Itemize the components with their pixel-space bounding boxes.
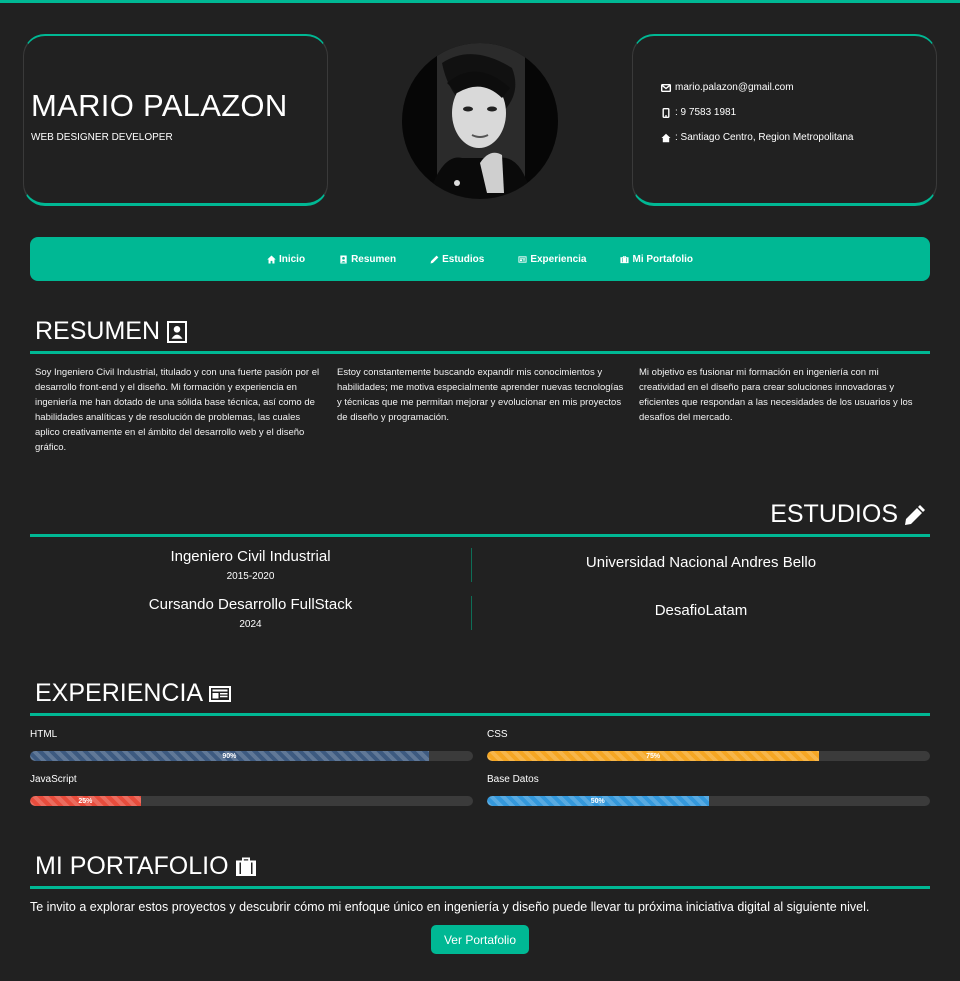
education-row-1: Ingeniero Civil Industrial 2015-2020 Uni… bbox=[30, 548, 930, 582]
resumen-paragraph-1: Soy Ingeniero Civil Industrial, titulado… bbox=[35, 367, 320, 453]
resumen-heading: RESUMEN bbox=[35, 317, 188, 346]
resumen-paragraph-3: Mi objetivo es fusionar mi formación en … bbox=[639, 367, 913, 423]
skill-progress-fill: 90% bbox=[30, 751, 429, 761]
skill-name: CSS bbox=[487, 729, 508, 740]
education-institution: DesafioLatam bbox=[654, 602, 748, 619]
ver-portafolio-button[interactable]: Ver Portafolio bbox=[431, 925, 529, 954]
skill-progress-fill: 75% bbox=[487, 751, 820, 761]
estudios-divider bbox=[30, 534, 930, 537]
nav-portafolio[interactable]: Mi Portafolio bbox=[620, 254, 693, 265]
skill-progress-bar: 90% bbox=[30, 751, 473, 761]
pencil-icon bbox=[430, 255, 439, 263]
header-name-card: MARIO PALAZON WEB DESIGNER DEVELOPER bbox=[23, 34, 328, 206]
profile-name: MARIO PALAZON bbox=[31, 88, 288, 123]
pencil-icon bbox=[905, 504, 925, 525]
portafolio-description: Te invito a explorar estos proyectos y d… bbox=[30, 900, 870, 914]
skill-percent: 75% bbox=[646, 752, 661, 760]
education-years: 2015-2020 bbox=[226, 571, 275, 582]
briefcase-icon bbox=[620, 255, 630, 263]
skill-progress-fill: 25% bbox=[30, 796, 141, 806]
main-nav: Inicio Resumen Estudios Experiencia Mi P… bbox=[30, 237, 930, 281]
education-row-2: Cursando Desarrollo FullStack 2024 Desaf… bbox=[30, 596, 930, 630]
contact-email: mario.palazon@gmail.com bbox=[661, 82, 794, 93]
experiencia-heading: EXPERIENCIA bbox=[35, 679, 232, 708]
resumen-paragraph-2: Estoy constantemente buscando expandir m… bbox=[337, 367, 624, 423]
education-institution: Universidad Nacional Andres Bello bbox=[585, 554, 817, 571]
skill-percent: 50% bbox=[590, 797, 605, 805]
header-contact-card: mario.palazon@gmail.com : 9 7583 1981 : … bbox=[632, 34, 937, 206]
skill-name: JavaScript bbox=[30, 774, 77, 785]
home-icon bbox=[267, 254, 276, 264]
skill-progress-fill: 50% bbox=[487, 796, 709, 806]
person-icon bbox=[167, 320, 188, 343]
portafolio-heading: MI PORTAFOLIO bbox=[35, 852, 257, 881]
skill-name: Base Datos bbox=[487, 774, 539, 785]
newspaper-icon bbox=[209, 685, 232, 702]
education-degree: Ingeniero Civil Industrial bbox=[170, 548, 331, 565]
nav-inicio[interactable]: Inicio bbox=[267, 254, 305, 265]
newspaper-icon bbox=[518, 255, 527, 263]
contact-address: : Santiago Centro, Region Metropolitana bbox=[661, 132, 853, 143]
nav-estudios[interactable]: Estudios bbox=[430, 254, 484, 265]
skill-progress-bar: 25% bbox=[30, 796, 473, 806]
skill-progress-bar: 75% bbox=[487, 751, 930, 761]
house-icon bbox=[661, 133, 671, 142]
skill-percent: 90% bbox=[222, 752, 237, 760]
contact-address-text: : Santiago Centro, Region Metropolitana bbox=[675, 132, 854, 143]
skill-progress-bar: 50% bbox=[487, 796, 930, 806]
briefcase-icon bbox=[235, 857, 256, 876]
nav-resumen[interactable]: Resumen bbox=[339, 254, 396, 265]
contact-email-text: mario.palazon@gmail.com bbox=[675, 82, 794, 93]
education-years: 2024 bbox=[239, 619, 262, 630]
phone-icon bbox=[662, 107, 670, 118]
skill-percent: 25% bbox=[78, 797, 93, 805]
estudios-heading: ESTUDIOS bbox=[770, 500, 926, 529]
envelope-icon bbox=[661, 83, 671, 92]
contact-phone-text: : 9 7583 1981 bbox=[675, 107, 737, 118]
nav-experiencia[interactable]: Experiencia bbox=[518, 254, 586, 265]
profile-role: WEB DESIGNER DEVELOPER bbox=[31, 132, 173, 143]
portafolio-divider bbox=[30, 886, 930, 889]
experiencia-divider bbox=[30, 713, 930, 716]
profile-photo bbox=[402, 43, 558, 199]
person-icon bbox=[340, 254, 347, 264]
skill-name: HTML bbox=[30, 729, 58, 740]
education-degree: Cursando Desarrollo FullStack bbox=[148, 596, 353, 613]
resumen-divider bbox=[30, 351, 930, 354]
contact-phone: : 9 7583 1981 bbox=[661, 107, 736, 118]
